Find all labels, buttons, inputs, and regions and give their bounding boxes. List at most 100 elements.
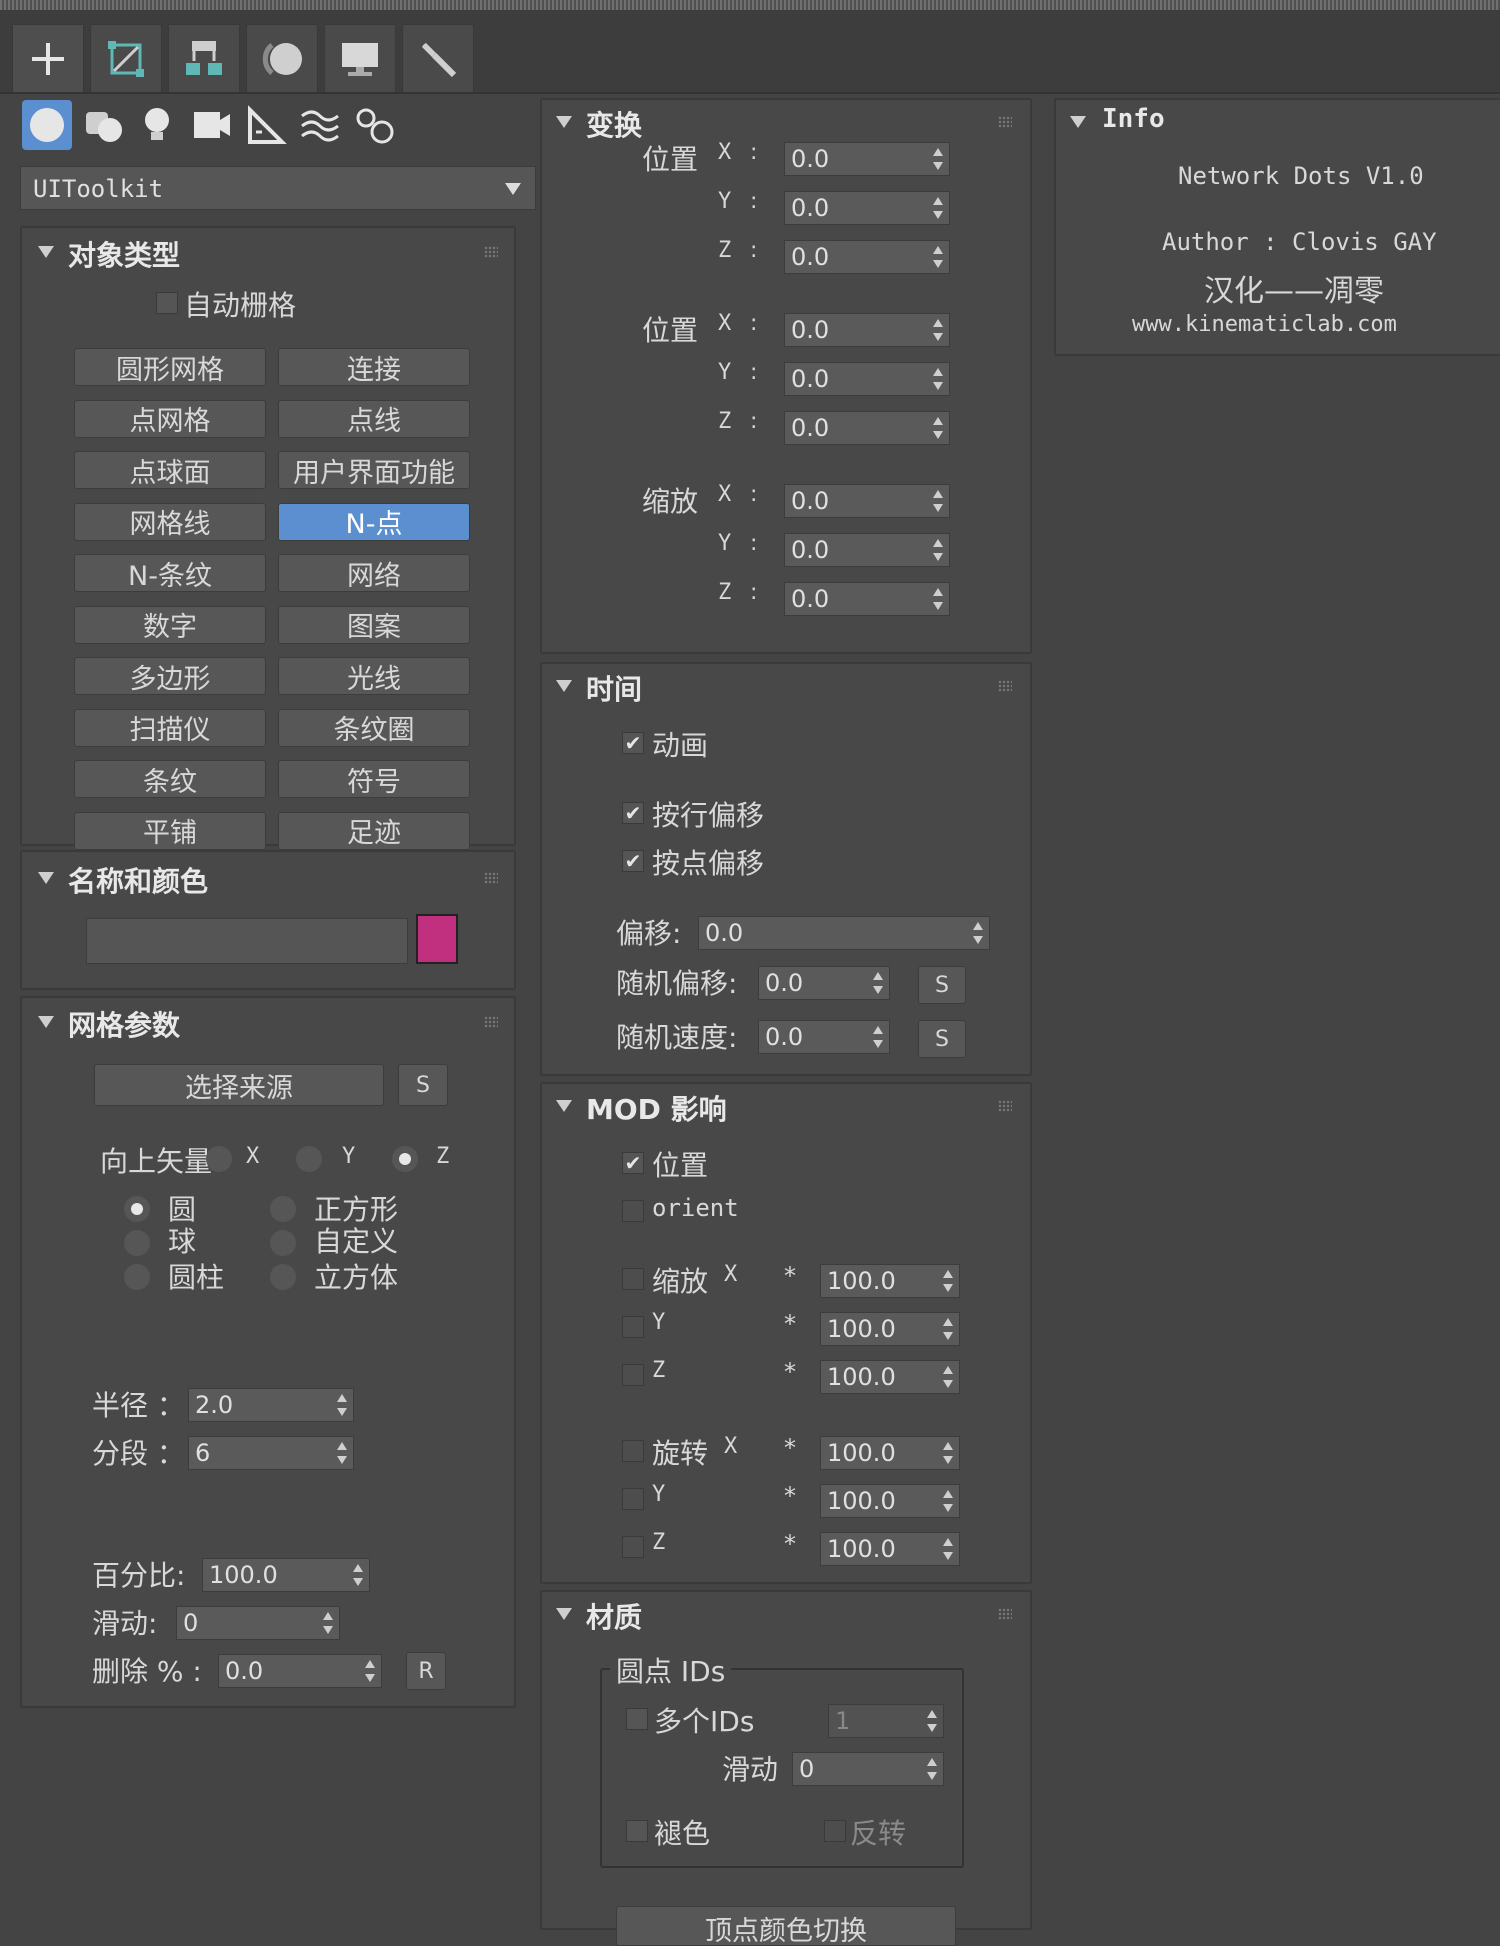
spinner-arrows-icon[interactable] <box>933 588 943 610</box>
spinner-arrows-icon[interactable] <box>973 922 983 944</box>
transform-spinner[interactable]: 0.0 <box>784 533 950 567</box>
transform-spinner[interactable]: 0.0 <box>784 484 950 518</box>
spinner-arrows-icon[interactable] <box>927 1710 937 1732</box>
random-speed-spinner[interactable]: 0.0 <box>758 1020 890 1054</box>
object-type-button[interactable]: 数字 <box>74 605 266 644</box>
object-type-button[interactable]: 网络 <box>278 554 470 592</box>
animation-checkbox[interactable]: ✔ <box>622 732 644 754</box>
spacewarps-icon[interactable] <box>298 104 342 148</box>
spinner-arrows-icon[interactable] <box>353 1564 363 1586</box>
radius-spinner[interactable]: 2.0 <box>188 1388 354 1422</box>
shape-sphere-radio[interactable] <box>124 1230 150 1256</box>
object-name-input[interactable] <box>86 918 408 964</box>
shape-square-radio[interactable] <box>270 1196 296 1222</box>
object-color-swatch[interactable] <box>416 914 458 964</box>
spinner-arrows-icon[interactable] <box>933 197 943 219</box>
cameras-icon[interactable] <box>190 106 234 146</box>
drag-grip-icon[interactable] <box>484 246 498 258</box>
drag-grip-icon[interactable] <box>998 1100 1012 1112</box>
transform-spinner[interactable]: 0.0 <box>784 582 950 616</box>
mod-spinner[interactable]: 100.0 <box>820 1312 960 1346</box>
spinner-arrows-icon[interactable] <box>933 417 943 439</box>
category-dropdown[interactable]: UIToolkit <box>20 166 536 210</box>
spinner-arrows-icon[interactable] <box>933 490 943 512</box>
rollout-collapse-icon[interactable] <box>556 116 572 128</box>
material-slide-spinner[interactable]: 0 <box>792 1752 944 1786</box>
rollout-collapse-icon[interactable] <box>38 1016 54 1028</box>
spinner-arrows-icon[interactable] <box>873 972 883 994</box>
spinner-arrows-icon[interactable] <box>943 1270 953 1292</box>
up-vector-y-radio[interactable] <box>296 1146 322 1172</box>
create-tab[interactable] <box>12 24 84 92</box>
drag-grip-icon[interactable] <box>998 680 1012 692</box>
drag-grip-icon[interactable] <box>998 116 1012 128</box>
object-type-button[interactable]: 平铺 <box>74 811 266 850</box>
spinner-arrows-icon[interactable] <box>323 1612 333 1634</box>
spinner-arrows-icon[interactable] <box>337 1442 347 1464</box>
spinner-arrows-icon[interactable] <box>933 368 943 390</box>
rollout-collapse-icon[interactable] <box>556 680 572 692</box>
autogrid-checkbox[interactable] <box>156 292 178 314</box>
spinner-arrows-icon[interactable] <box>933 539 943 561</box>
shapes-icon[interactable] <box>82 104 126 148</box>
object-type-button[interactable]: 用户界面功能 <box>278 451 470 489</box>
spinner-arrows-icon[interactable] <box>873 1026 883 1048</box>
object-type-button[interactable]: 扫描仪 <box>74 708 266 747</box>
lights-icon[interactable] <box>137 104 177 148</box>
rollout-collapse-icon[interactable] <box>1070 116 1086 128</box>
spinner-arrows-icon[interactable] <box>337 1394 347 1416</box>
hierarchy-tab[interactable] <box>168 24 240 92</box>
random-offset-s-button[interactable]: S <box>918 966 966 1004</box>
delete-r-button[interactable]: R <box>406 1652 446 1690</box>
motion-tab[interactable] <box>246 24 318 92</box>
random-speed-s-button[interactable]: S <box>918 1020 966 1058</box>
delete-percent-spinner[interactable]: 0.0 <box>218 1654 382 1688</box>
transform-spinner[interactable]: 0.0 <box>784 191 950 225</box>
spinner-arrows-icon[interactable] <box>933 246 943 268</box>
shape-cylinder-radio[interactable] <box>124 1264 150 1290</box>
object-type-button[interactable]: 点网格 <box>74 399 266 438</box>
up-vector-x-radio[interactable] <box>206 1146 232 1172</box>
shape-custom-radio[interactable] <box>270 1230 296 1256</box>
transform-spinner[interactable]: 0.0 <box>784 240 950 274</box>
rollout-collapse-icon[interactable] <box>38 872 54 884</box>
object-type-button[interactable]: 条纹圈 <box>278 708 470 747</box>
spinner-arrows-icon[interactable] <box>933 148 943 170</box>
row-offset-checkbox[interactable]: ✔ <box>622 802 644 824</box>
percent-spinner[interactable]: 100.0 <box>202 1558 370 1592</box>
helpers-icon[interactable] <box>244 104 288 148</box>
mod-spinner[interactable]: 100.0 <box>820 1484 960 1518</box>
multi-ids-spinner[interactable]: 1 <box>828 1704 944 1738</box>
rollout-collapse-icon[interactable] <box>556 1100 572 1112</box>
transform-spinner[interactable]: 0.0 <box>784 362 950 396</box>
object-type-button[interactable]: 点线 <box>278 399 470 438</box>
multi-ids-checkbox[interactable] <box>626 1708 648 1730</box>
spinner-arrows-icon[interactable] <box>365 1660 375 1682</box>
segments-spinner[interactable]: 6 <box>188 1436 354 1470</box>
object-type-button[interactable]: 图案 <box>278 605 470 644</box>
rollout-collapse-icon[interactable] <box>38 246 54 258</box>
object-type-button[interactable]: 多边形 <box>74 657 266 695</box>
display-tab[interactable] <box>324 24 396 92</box>
geometry-button[interactable] <box>22 100 72 150</box>
fade-checkbox[interactable] <box>626 1820 648 1842</box>
offset-spinner[interactable]: 0.0 <box>698 916 990 950</box>
modify-tab[interactable] <box>90 24 162 92</box>
spinner-arrows-icon[interactable] <box>933 319 943 341</box>
vertex-color-toggle-button[interactable]: 顶点颜色切换 <box>616 1906 956 1946</box>
point-offset-checkbox[interactable]: ✔ <box>622 850 644 872</box>
object-type-button[interactable]: 圆形网格 <box>74 348 266 386</box>
drag-grip-icon[interactable] <box>998 1608 1012 1620</box>
mod-rotate-checkbox[interactable] <box>622 1488 644 1510</box>
object-type-button[interactable]: N-点 <box>278 502 470 541</box>
object-type-button[interactable]: 网格线 <box>74 502 266 541</box>
mod-orient-checkbox[interactable] <box>622 1200 644 1222</box>
select-source-button[interactable]: 选择来源 <box>94 1064 384 1106</box>
systems-icon[interactable] <box>352 104 396 148</box>
object-type-button[interactable]: 足迹 <box>278 811 470 850</box>
spinner-arrows-icon[interactable] <box>943 1490 953 1512</box>
slide-spinner[interactable]: 0 <box>176 1606 340 1640</box>
object-type-button[interactable]: 点球面 <box>74 451 266 489</box>
shape-circle-radio[interactable] <box>124 1196 150 1222</box>
mod-spinner[interactable]: 100.0 <box>820 1436 960 1470</box>
